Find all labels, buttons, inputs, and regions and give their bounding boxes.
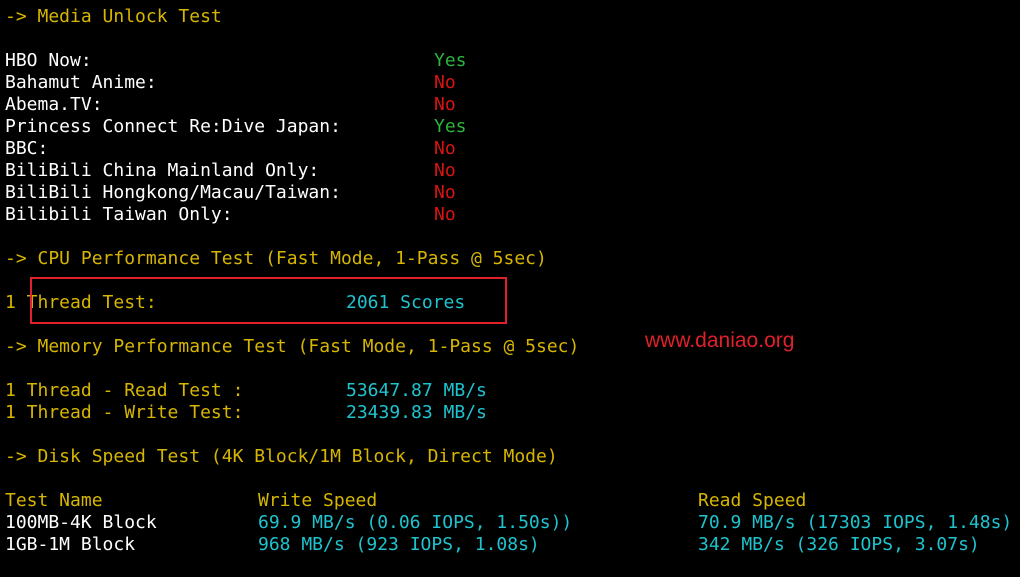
disk-test-header: -> Disk Speed Test (4K Block/1M Block, D… [5,446,558,467]
media-label-abema-tv: Abema.TV: [5,94,103,115]
media-status-bilibili-mainland: No [434,160,456,181]
media-status-abema-tv: No [434,94,456,115]
disk-row-1m-write: 968 MB/s (923 IOPS, 1.08s) [258,534,540,555]
memory-test-header: -> Memory Performance Test (Fast Mode, 1… [5,336,580,357]
memory-read-label: 1 Thread - Read Test : [5,380,244,401]
cpu-score-highlight-box [30,277,507,324]
media-label-bahamut-anime: Bahamut Anime: [5,72,157,93]
media-label-bbc: BBC: [5,138,49,159]
media-status-bbc: No [434,138,456,159]
media-label-princess-connect: Princess Connect Re:Dive Japan: [5,116,341,137]
media-unlock-header: -> Media Unlock Test [5,6,222,27]
media-label-bilibili-hk-mo-tw: BiliBili Hongkong/Macau/Taiwan: [5,182,341,203]
memory-read-value: 53647.87 MB/s [346,380,487,401]
media-label-bilibili-mainland: BiliBili China Mainland Only: [5,160,320,181]
memory-write-label: 1 Thread - Write Test: [5,402,244,423]
cpu-test-header: -> CPU Performance Test (Fast Mode, 1-Pa… [5,248,547,269]
disk-column-test-name: Test Name [5,490,103,511]
disk-row-4k-write: 69.9 MB/s (0.06 IOPS, 1.50s)) [258,512,573,533]
disk-row-1m-name: 1GB-1M Block [5,534,136,555]
media-status-princess-connect: Yes [434,116,467,137]
disk-row-1m-read: 342 MB/s (326 IOPS, 3.07s) [698,534,980,555]
media-label-hbo-now: HBO Now: [5,50,92,71]
watermark-text: www.daniao.org [645,329,795,352]
memory-write-value: 23439.83 MB/s [346,402,487,423]
disk-row-4k-read: 70.9 MB/s (17303 IOPS, 1.48s) [698,512,1013,533]
media-status-bilibili-taiwan: No [434,204,456,225]
media-status-bahamut-anime: No [434,72,456,93]
media-status-bilibili-hk-mo-tw: No [434,182,456,203]
disk-column-write-speed: Write Speed [258,490,378,511]
terminal-window: -> Media Unlock Test HBO Now: Yes Bahamu… [0,0,1020,577]
media-status-hbo-now: Yes [434,50,467,71]
disk-row-4k-name: 100MB-4K Block [5,512,157,533]
disk-column-read-speed: Read Speed [698,490,807,511]
media-label-bilibili-taiwan: Bilibili Taiwan Only: [5,204,233,225]
